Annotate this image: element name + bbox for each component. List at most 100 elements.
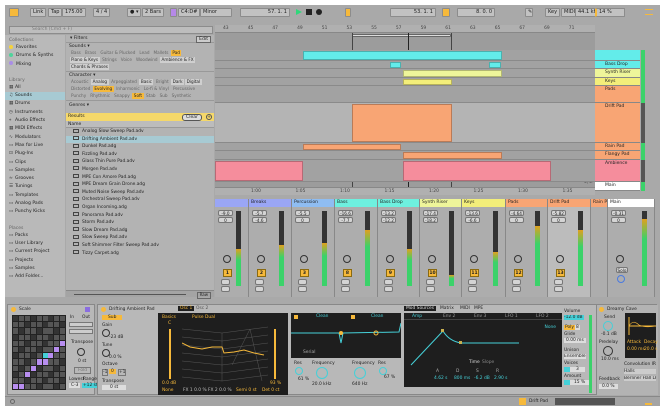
- adsr-value[interactable]: 2.90 s: [494, 376, 507, 381]
- scale-pad[interactable]: [18, 365, 24, 371]
- scale-pad[interactable]: [13, 316, 18, 322]
- scale-dropdown[interactable]: Minor: [200, 8, 232, 17]
- collection-item[interactable]: Mixing: [5, 61, 65, 69]
- res2-knob[interactable]: [379, 367, 387, 375]
- clip[interactable]: [403, 161, 551, 181]
- attack-value[interactable]: 0.00 ms: [627, 347, 645, 352]
- device-on-icon[interactable]: [101, 307, 106, 312]
- scale-pad[interactable]: [13, 359, 18, 365]
- solo-button[interactable]: [221, 279, 230, 285]
- scale-pad[interactable]: [48, 365, 54, 371]
- scale-pad[interactable]: [30, 340, 36, 347]
- clip[interactable]: [403, 70, 502, 77]
- scale-pad[interactable]: [24, 347, 30, 353]
- filter-tag[interactable]: Sub: [158, 93, 169, 99]
- predelay-knob[interactable]: [603, 346, 613, 356]
- tempo-field[interactable]: 175.00: [62, 8, 86, 17]
- mixer-channel-bass-drop[interactable]: Bass Drop -13.2 -12.2 9: [378, 199, 420, 297]
- preview-raw-toggle[interactable]: Raw: [196, 292, 211, 299]
- pan-value[interactable]: -4.6: [252, 217, 267, 223]
- menu-icon[interactable]: [645, 9, 653, 15]
- track-header-pads[interactable]: Pads: [595, 86, 640, 103]
- scale-pad[interactable]: [30, 334, 36, 340]
- scale-grid[interactable]: [12, 315, 66, 390]
- scale-pad[interactable]: [42, 359, 48, 365]
- scale-pad[interactable]: [30, 347, 36, 353]
- sidebar-item-analog-pads[interactable]: ▭ Analog Pads: [5, 200, 65, 208]
- pan-value[interactable]: 0: [295, 217, 310, 223]
- sidebar-item-templates[interactable]: ▭ Templates: [5, 192, 65, 200]
- volume-value[interactable]: -9.0: [218, 210, 233, 216]
- record-icon[interactable]: [316, 9, 322, 15]
- scale-pad[interactable]: [24, 334, 30, 340]
- scale-pad[interactable]: [30, 353, 36, 359]
- track-header-keys[interactable]: Keys: [595, 78, 640, 86]
- solo-button[interactable]: [554, 279, 563, 285]
- tab-mod-sources[interactable]: Mod Sources: [404, 306, 437, 311]
- solo-button[interactable]: [426, 279, 435, 285]
- solo-button[interactable]: Solo: [616, 267, 628, 273]
- sidebar-item-plug-ins[interactable]: ⊡ Plug-Ins: [5, 150, 65, 158]
- filter-tag[interactable]: Chords & Phrases: [69, 63, 110, 70]
- beat-ruler[interactable]: 43 45 47 49 51 53 55 57 59 61 63 65 67 69 71: [215, 25, 595, 33]
- filter-tag[interactable]: Soft: [132, 92, 144, 99]
- volume-value[interactable]: -17.4: [423, 210, 438, 216]
- sidebar-item-grooves[interactable]: ≈ Grooves: [5, 175, 65, 183]
- volume-value[interactable]: -5.7: [252, 210, 267, 216]
- scale-pad[interactable]: [42, 378, 48, 384]
- draw-mode-icon[interactable]: ✎: [525, 8, 533, 17]
- tab-mpe[interactable]: MPE: [474, 306, 483, 311]
- filter-tag[interactable]: Basic: [139, 78, 154, 85]
- scale-pad[interactable]: [36, 328, 42, 334]
- scale-pad[interactable]: [36, 365, 42, 371]
- mixer-channel-synth-riser[interactable]: Synth Riser -17.4 -18.2 10: [420, 199, 462, 297]
- scale-pad[interactable]: [48, 378, 54, 384]
- arm-button[interactable]: [255, 286, 264, 292]
- tab-lfo-2[interactable]: LFO 2: [536, 314, 549, 319]
- filter-tag[interactable]: Stab: [145, 93, 158, 99]
- filter-tag[interactable]: Punchy: [70, 93, 88, 99]
- scale-pad[interactable]: [13, 365, 18, 371]
- track-lane[interactable]: [215, 143, 595, 151]
- scale-pad[interactable]: [42, 316, 48, 322]
- arm-button[interactable]: [512, 286, 521, 292]
- scale-pad[interactable]: [30, 365, 36, 371]
- pan-knob[interactable]: [257, 255, 265, 263]
- solo-button[interactable]: [255, 279, 264, 285]
- clip[interactable]: [352, 104, 452, 142]
- browser-search-input[interactable]: Search (Cmd + F): [9, 26, 213, 34]
- track-activator[interactable]: 3: [300, 269, 309, 277]
- filter2-type[interactable]: Clean: [371, 314, 383, 319]
- scale-pad[interactable]: [42, 340, 48, 347]
- track-header-bass[interactable]: [595, 50, 640, 61]
- cue-volume-knob[interactable]: [617, 275, 625, 283]
- automation-arm-icon[interactable]: [345, 8, 351, 17]
- file-list-item[interactable]: Glass Thin Pure Pad.adv: [66, 158, 214, 166]
- filter-tag[interactable]: Digital: [185, 78, 202, 85]
- loop-brace[interactable]: [352, 34, 451, 37]
- clip[interactable]: [303, 51, 502, 60]
- track-header-main[interactable]: Main: [595, 182, 640, 191]
- solo-button[interactable]: [341, 279, 350, 285]
- scale-mode-icon[interactable]: [85, 307, 90, 312]
- adsr-value[interactable]: -6.2 dB: [474, 376, 490, 381]
- file-list-item[interactable]: Storm Pad.adv: [66, 219, 214, 227]
- detune-value[interactable]: Det 0 ct: [262, 388, 280, 393]
- filter-tag[interactable]: Piano & Keys: [69, 56, 100, 63]
- octave-up[interactable]: +1: [118, 369, 127, 376]
- scale-pad[interactable]: [60, 384, 66, 390]
- arm-button[interactable]: [341, 286, 350, 292]
- ir-file-select[interactable]: Berliner Hall LR: [624, 376, 656, 381]
- scale-pad[interactable]: [24, 316, 30, 322]
- scale-pad[interactable]: [60, 322, 66, 328]
- fx1-value[interactable]: FX 1 0.0 %: [183, 388, 207, 393]
- scale-pad[interactable]: [60, 340, 66, 347]
- sidebar-item-all[interactable]: ▦ All: [5, 84, 65, 92]
- arrangement-position[interactable]: 57. 1. 1: [240, 8, 290, 17]
- transpose-value[interactable]: 0 st: [102, 385, 127, 390]
- scale-pad[interactable]: [36, 334, 42, 340]
- sidebar-item-max-for-live[interactable]: ▭ Max for Live: [5, 142, 65, 150]
- clip[interactable]: [403, 152, 502, 159]
- fold-button[interactable]: Fold: [74, 367, 92, 374]
- channel-header[interactable]: Keys: [462, 199, 505, 207]
